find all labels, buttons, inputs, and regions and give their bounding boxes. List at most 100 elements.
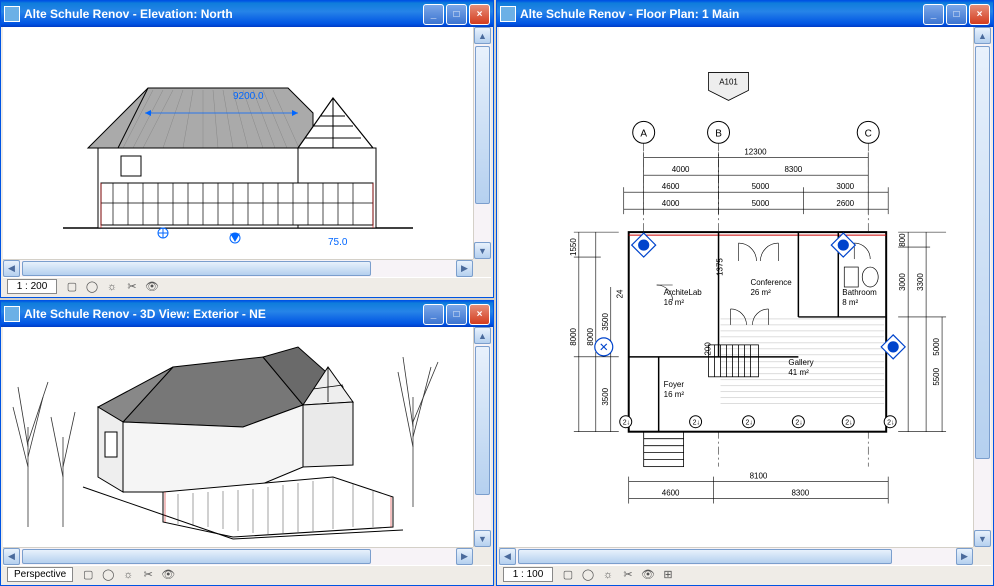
svg-text:2↓: 2↓ — [845, 420, 852, 427]
scroll-down-button[interactable]: ▼ — [974, 530, 991, 547]
svg-text:41 m²: 41 m² — [788, 368, 809, 377]
sheet-tag: A101 — [719, 77, 738, 86]
svg-text:3000: 3000 — [836, 182, 854, 191]
scroll-right-button[interactable]: ▶ — [956, 548, 973, 565]
minimize-button[interactable]: _ — [423, 304, 444, 325]
svg-text:24: 24 — [616, 289, 625, 298]
svg-text:5000: 5000 — [752, 182, 770, 191]
svg-text:4000: 4000 — [672, 165, 690, 174]
svg-text:16 m²: 16 m² — [664, 298, 685, 307]
svg-text:2↓: 2↓ — [745, 420, 752, 427]
svg-text:Bathroom: Bathroom — [842, 288, 877, 297]
svg-text:5500: 5500 — [932, 367, 941, 385]
hidden-line-icon[interactable]: ◯ — [581, 568, 595, 582]
svg-text:4600: 4600 — [662, 182, 680, 191]
svg-text:3500: 3500 — [601, 387, 610, 405]
vscrollbar[interactable]: ▲ ▼ — [973, 27, 991, 547]
reveal-icon[interactable]: ⊞ — [661, 568, 675, 582]
elevation-viewport[interactable]: 9200.0 75.0 — [3, 27, 473, 259]
shadows-icon[interactable]: ☼ — [121, 568, 135, 582]
close-button[interactable]: × — [469, 304, 490, 325]
crop-icon[interactable]: ✂ — [125, 280, 139, 294]
svg-text:8300: 8300 — [791, 489, 809, 498]
svg-text:Gallery: Gallery — [788, 358, 813, 367]
scroll-down-button[interactable]: ▼ — [474, 530, 491, 547]
maximize-button[interactable]: □ — [946, 4, 967, 25]
maximize-button[interactable]: □ — [446, 4, 467, 25]
elevation-titlebar[interactable]: Alte Schule Renov - Elevation: North _ □… — [1, 1, 493, 27]
floorplan-scale[interactable]: 1 : 100 — [503, 567, 553, 582]
scroll-right-button[interactable]: ▶ — [456, 260, 473, 277]
svg-text:A: A — [640, 128, 647, 139]
hide-icon[interactable]: 👁 — [161, 568, 175, 582]
svg-text:12300: 12300 — [744, 147, 767, 156]
hidden-line-icon[interactable]: ◯ — [85, 280, 99, 294]
threed-viewport[interactable] — [3, 327, 473, 547]
svg-text:4000: 4000 — [662, 199, 680, 208]
close-button[interactable]: × — [969, 4, 990, 25]
maximize-button[interactable]: □ — [446, 304, 467, 325]
svg-text:8000: 8000 — [586, 327, 595, 345]
minimize-button[interactable]: _ — [923, 4, 944, 25]
elevation-dim-width: 9200.0 — [233, 91, 264, 102]
scroll-up-button[interactable]: ▲ — [974, 27, 991, 44]
svg-text:2↓: 2↓ — [623, 420, 630, 427]
minimize-button[interactable]: _ — [423, 4, 444, 25]
svg-text:16 m²: 16 m² — [664, 390, 685, 399]
model-graphics-icon[interactable]: ▢ — [65, 280, 79, 294]
scroll-up-button[interactable]: ▲ — [474, 327, 491, 344]
hidden-line-icon[interactable]: ◯ — [101, 568, 115, 582]
hscrollbar[interactable]: ◀ ▶ — [499, 547, 973, 565]
hide-icon[interactable]: 👁 — [145, 280, 159, 294]
svg-text:1550: 1550 — [569, 238, 578, 256]
svg-text:1375: 1375 — [716, 258, 725, 276]
scroll-down-button[interactable]: ▼ — [474, 242, 491, 259]
scroll-left-button[interactable]: ◀ — [499, 548, 516, 565]
scroll-right-button[interactable]: ▶ — [456, 548, 473, 565]
svg-text:2↓: 2↓ — [795, 420, 802, 427]
threed-titlebar[interactable]: Alte Schule Renov - 3D View: Exterior - … — [1, 301, 493, 327]
app-icon — [4, 6, 20, 22]
crop-icon[interactable]: ✂ — [141, 568, 155, 582]
model-graphics-icon[interactable]: ▢ — [561, 568, 575, 582]
svg-text:Foyer: Foyer — [664, 380, 685, 389]
scroll-left-button[interactable]: ◀ — [3, 260, 20, 277]
floorplan-titlebar[interactable]: Alte Schule Renov - Floor Plan: 1 Main _… — [497, 1, 993, 27]
svg-text:8100: 8100 — [750, 472, 768, 481]
elevation-statusbar: 1 : 200 ▢ ◯ ☼ ✂ 👁 — [3, 277, 491, 295]
hscrollbar[interactable]: ◀ ▶ — [3, 547, 473, 565]
svg-text:800: 800 — [898, 233, 907, 247]
model-graphics-icon[interactable]: ▢ — [81, 568, 95, 582]
svg-text:26 m²: 26 m² — [750, 288, 771, 297]
hide-icon[interactable]: 👁 — [641, 568, 655, 582]
threed-mode[interactable]: Perspective — [7, 567, 73, 582]
elevation-dim-level: 75.0 — [328, 237, 347, 248]
shadows-icon[interactable]: ☼ — [105, 280, 119, 294]
svg-text:2↓: 2↓ — [693, 420, 700, 427]
app-icon — [4, 306, 20, 322]
vscrollbar[interactable]: ▲ ▼ — [473, 327, 491, 547]
svg-text:B: B — [715, 128, 722, 139]
threed-statusbar: Perspective ▢ ◯ ☼ ✂ 👁 — [3, 565, 491, 583]
floorplan-viewport[interactable]: A101 A B C — [499, 27, 973, 547]
crop-icon[interactable]: ✂ — [621, 568, 635, 582]
svg-text:2↓: 2↓ — [887, 420, 894, 427]
svg-text:3000: 3000 — [898, 273, 907, 291]
shadows-icon[interactable]: ☼ — [601, 568, 615, 582]
floorplan-title: Alte Schule Renov - Floor Plan: 1 Main — [520, 7, 923, 21]
svg-text:5000: 5000 — [932, 337, 941, 355]
elevation-window: Alte Schule Renov - Elevation: North _ □… — [0, 0, 494, 298]
svg-text:3300: 3300 — [916, 273, 925, 291]
floorplan-statusbar: 1 : 100 ▢ ◯ ☼ ✂ 👁 ⊞ — [499, 565, 991, 583]
vscrollbar[interactable]: ▲ ▼ — [473, 27, 491, 259]
svg-text:8300: 8300 — [785, 165, 803, 174]
hscrollbar[interactable]: ◀ ▶ — [3, 259, 473, 277]
scroll-up-button[interactable]: ▲ — [474, 27, 491, 44]
scroll-left-button[interactable]: ◀ — [3, 548, 20, 565]
close-button[interactable]: × — [469, 4, 490, 25]
svg-text:C: C — [865, 128, 872, 139]
svg-text:Conference: Conference — [750, 278, 792, 287]
threed-title: Alte Schule Renov - 3D View: Exterior - … — [24, 307, 423, 321]
elevation-scale[interactable]: 1 : 200 — [7, 279, 57, 294]
svg-text:8000: 8000 — [569, 327, 578, 345]
